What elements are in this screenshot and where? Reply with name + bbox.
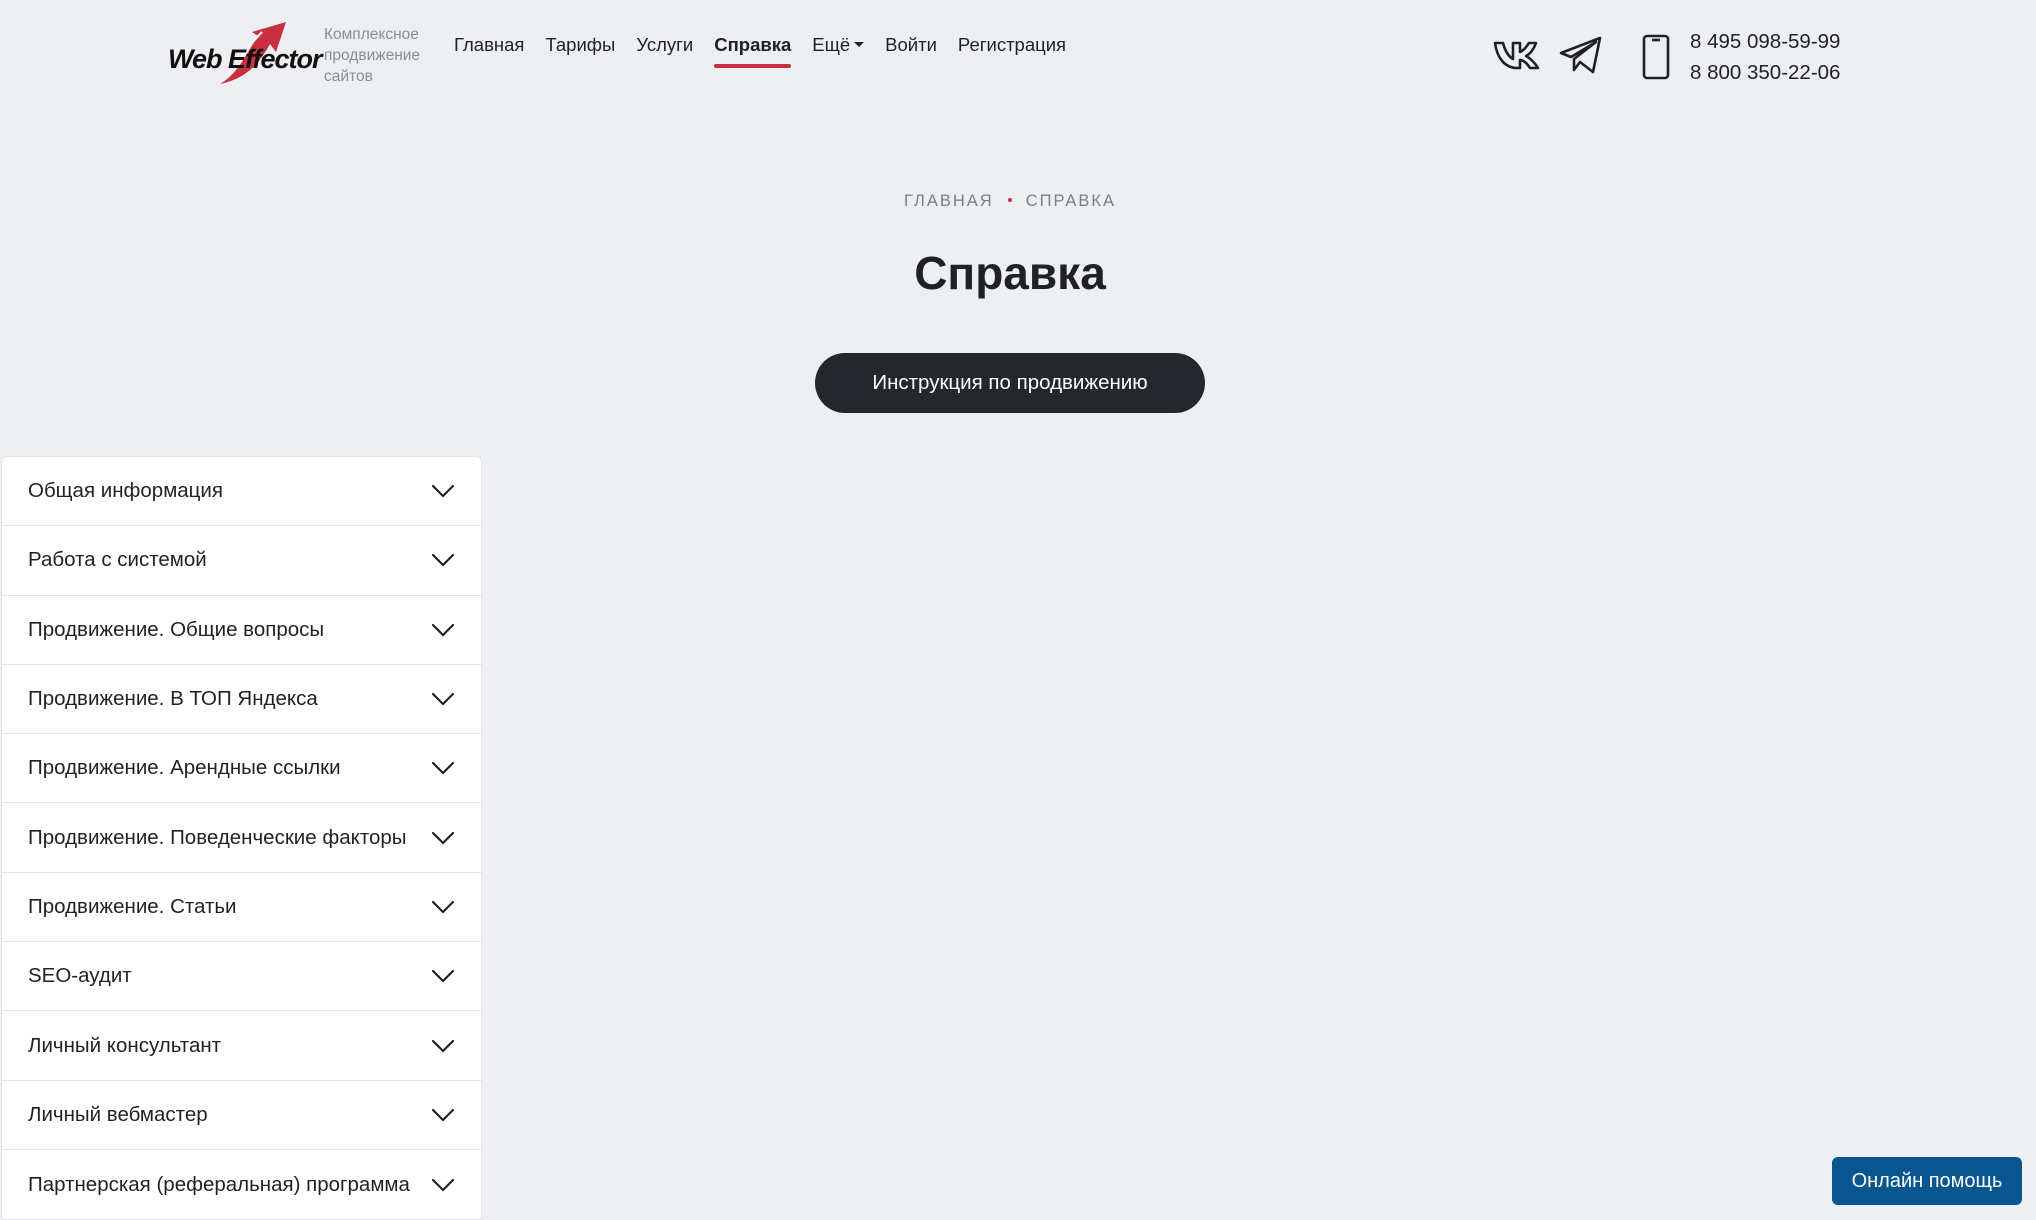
accordion-item[interactable]: Продвижение. Общие вопросы	[2, 596, 481, 665]
accordion-item[interactable]: Партнерская (реферальная) программа	[2, 1150, 481, 1219]
breadcrumb: ГЛАВНАЯ СПРАВКА	[0, 192, 2020, 211]
chevron-down-icon	[431, 970, 455, 983]
nav-item-services[interactable]: Услуги	[636, 28, 693, 68]
nav-item-more-label: Ещё	[812, 34, 851, 55]
brand-name: Web Effector	[168, 44, 323, 74]
accordion-item[interactable]: SEO-аудит	[2, 942, 481, 1012]
page-title: Справка	[914, 247, 1106, 299]
accordion-item-label: Личный консультант	[28, 1033, 222, 1057]
accordion-item-label: Общая информация	[28, 479, 223, 503]
chevron-down-icon	[431, 831, 455, 845]
phone-numbers: 8 495 098-59-99 8 800 350-22-06	[1690, 26, 1840, 88]
nav-item-pricing[interactable]: Тарифы	[545, 28, 615, 68]
phone-number-toll-free[interactable]: 8 800 350-22-06	[1690, 57, 1840, 88]
accordion-item-label: Продвижение. Общие вопросы	[28, 617, 325, 641]
chevron-down-icon	[431, 485, 455, 498]
help-categories-accordion: Общая информация Работа с системой Продв…	[1, 456, 482, 1220]
caret-down-icon	[854, 42, 865, 48]
nav-item-help[interactable]: Справка	[714, 28, 792, 68]
chevron-down-icon	[431, 623, 455, 637]
accordion-item-label: Продвижение. Поведенческие факторы	[28, 825, 407, 849]
chevron-down-icon	[431, 1039, 455, 1053]
site-header: Web Effector Комплексное продвижение сай…	[0, 0, 2036, 100]
nav-item-login[interactable]: Войти	[885, 28, 937, 68]
nav-item-home[interactable]: Главная	[454, 28, 524, 68]
breadcrumb-current: СПРАВКА	[1025, 192, 1116, 210]
accordion-item-label: Продвижение. Арендные ссылки	[28, 756, 341, 780]
accordion-item-label: Работа с системой	[28, 548, 207, 572]
chevron-down-icon	[431, 762, 455, 775]
nav-item-more[interactable]: Ещё	[812, 28, 865, 68]
accordion-item[interactable]: Продвижение. Арендные ссылки	[2, 734, 481, 804]
accordion-item[interactable]: Продвижение. Поведенческие факторы	[2, 803, 481, 873]
promotion-guide-button[interactable]: Инструкция по продвижению	[815, 353, 1205, 413]
accordion-item[interactable]: Работа с системой	[2, 526, 481, 596]
accordion-item[interactable]: Общая информация	[2, 457, 481, 527]
phone-number-moscow[interactable]: 8 495 098-59-99	[1690, 26, 1840, 57]
nav-item-register[interactable]: Регистрация	[958, 28, 1066, 68]
accordion-item-label: Личный вебмастер	[28, 1102, 208, 1126]
telegram-icon[interactable]	[1558, 34, 1604, 76]
accordion-item[interactable]: Продвижение. Статьи	[2, 873, 481, 943]
breadcrumb-home[interactable]: ГЛАВНАЯ	[904, 192, 994, 210]
chevron-down-icon	[431, 1178, 455, 1192]
breadcrumb-separator	[1007, 198, 1012, 203]
main-nav: Главная Тарифы Услуги Справка Ещё Войти …	[454, 28, 1087, 68]
accordion-item-label: SEO-аудит	[28, 964, 132, 988]
online-help-button[interactable]: Онлайн помощь	[1832, 1157, 2022, 1205]
brand-tagline: Комплексное продвижение сайтов	[324, 26, 421, 85]
accordion-item-label: Партнерская (реферальная) программа	[28, 1172, 410, 1196]
chevron-down-icon	[431, 692, 455, 706]
chevron-down-icon	[431, 554, 455, 567]
chevron-down-icon	[431, 900, 455, 914]
accordion-item-label: Продвижение. В ТОП Яндекса	[28, 687, 318, 711]
brand-logo[interactable]: Web Effector	[168, 14, 323, 94]
accordion-item[interactable]: Личный консультант	[2, 1011, 481, 1081]
smartphone-icon	[1642, 34, 1670, 80]
chevron-down-icon	[431, 1108, 455, 1122]
accordion-item-label: Продвижение. Статьи	[28, 894, 237, 918]
accordion-item[interactable]: Продвижение. В ТОП Яндекса	[2, 665, 481, 735]
accordion-item[interactable]: Личный вебмастер	[2, 1081, 481, 1150]
vk-icon[interactable]	[1492, 34, 1542, 74]
